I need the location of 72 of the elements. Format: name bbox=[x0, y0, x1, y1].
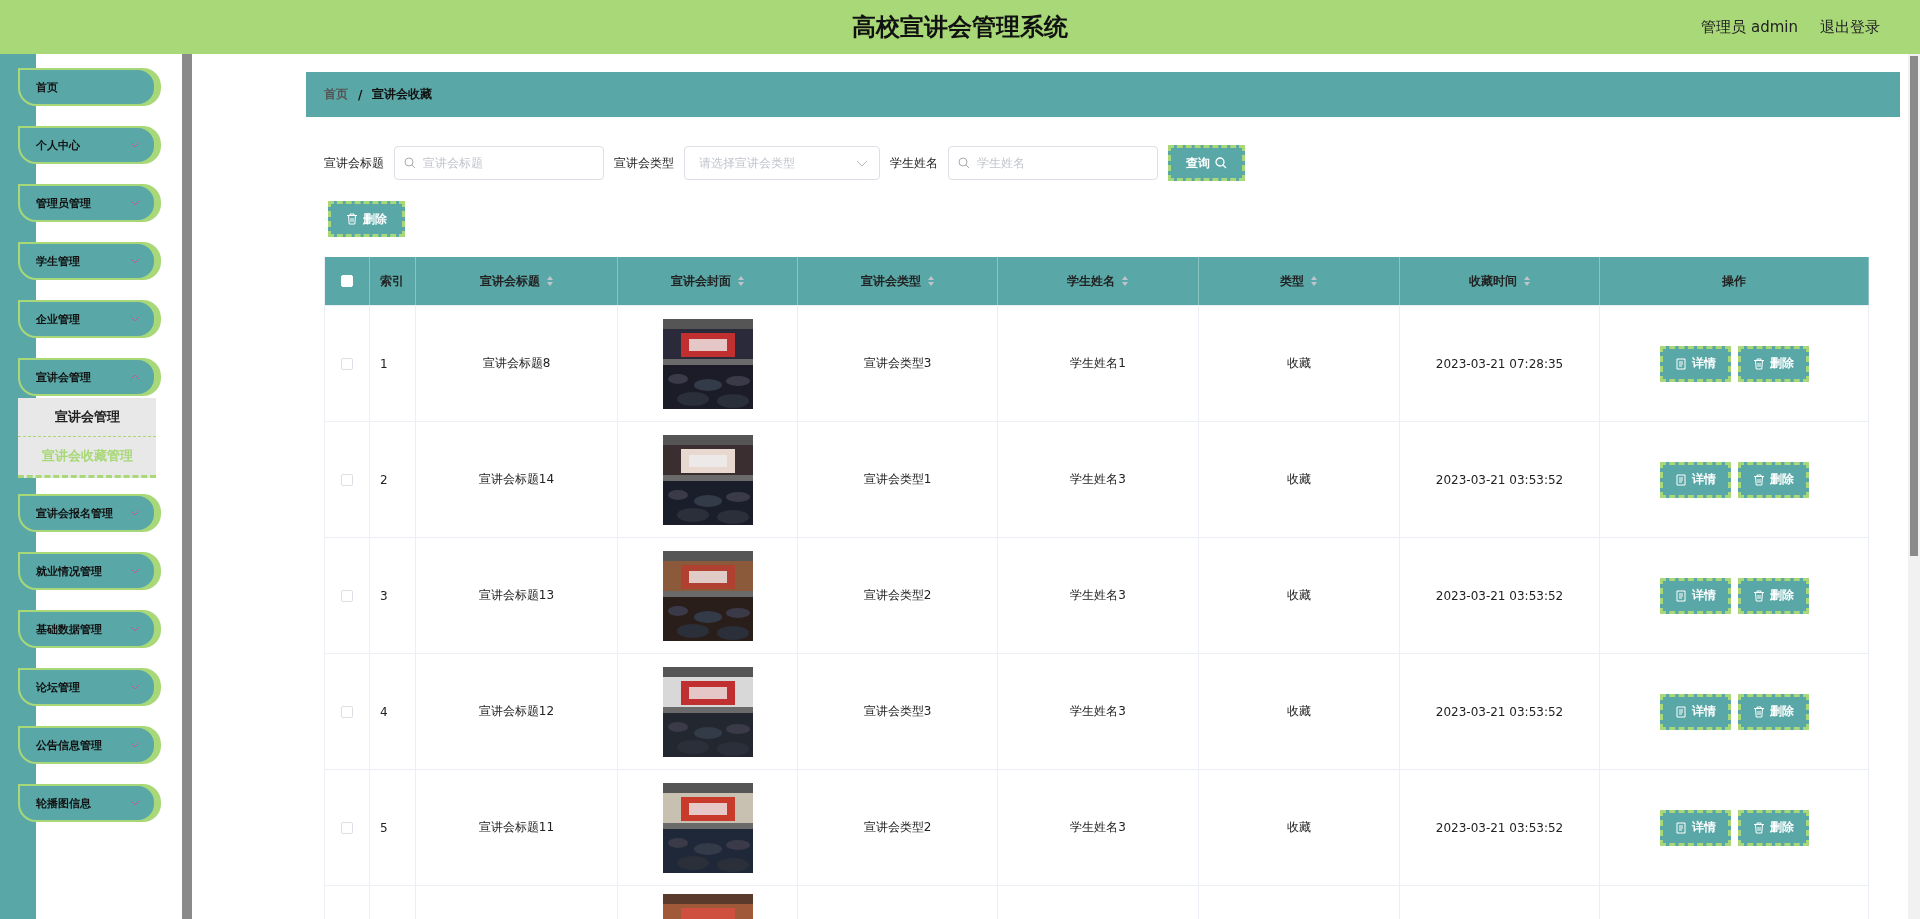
table-cell: 宣讲会类型1 bbox=[863, 471, 932, 488]
table-cell: 2023-03-21 03:53:52 bbox=[1435, 472, 1564, 487]
submenu-item[interactable]: 宣讲会管理 bbox=[18, 398, 156, 436]
scrollbar[interactable] bbox=[1908, 54, 1920, 919]
table-cell: 学生姓名1 bbox=[1070, 355, 1126, 372]
column-header[interactable]: 宣讲会封面 bbox=[670, 272, 745, 290]
table-cell: 4 bbox=[380, 704, 388, 719]
user-label: 管理员 admin bbox=[1701, 17, 1798, 37]
field-label: 学生姓名 bbox=[890, 154, 938, 172]
scrollbar[interactable] bbox=[182, 54, 192, 919]
table-cell: 5 bbox=[380, 820, 388, 835]
app-title: 高校宣讲会管理系统 bbox=[852, 12, 1068, 43]
table-cell: 宣讲会类型3 bbox=[863, 703, 932, 720]
table-cell: 宣讲会类型2 bbox=[863, 587, 932, 604]
checkbox[interactable] bbox=[341, 705, 353, 718]
table-cell: 学生姓名3 bbox=[1070, 703, 1126, 720]
table-cell: 收藏 bbox=[1287, 819, 1311, 836]
column-header[interactable]: 宣讲会类型 bbox=[860, 272, 935, 290]
trash-icon bbox=[1752, 473, 1765, 486]
table-cell: 2023-03-21 03:53:52 bbox=[1435, 820, 1564, 835]
table-cell: 收藏 bbox=[1287, 471, 1311, 488]
table-cell: 2 bbox=[380, 472, 388, 487]
table-cell: 2023-03-21 03:53:52 bbox=[1435, 588, 1564, 603]
column-header: 索引 bbox=[380, 272, 404, 290]
table-cell: 宣讲会标题14 bbox=[478, 471, 555, 488]
breadcrumb-separator: / bbox=[358, 87, 363, 102]
column-header: 操作 bbox=[1722, 272, 1746, 290]
trash-icon bbox=[1752, 705, 1765, 718]
table-cell: 收藏 bbox=[1287, 587, 1311, 604]
table-cell: 宣讲会标题12 bbox=[478, 703, 555, 720]
document-icon bbox=[1674, 821, 1687, 834]
checkbox[interactable] bbox=[341, 821, 353, 834]
type-select[interactable]: 请选择宣讲会类型 bbox=[684, 146, 880, 180]
table-cell: 2023-03-21 07:28:35 bbox=[1435, 356, 1564, 371]
checkbox[interactable] bbox=[341, 357, 353, 370]
chevron-icon bbox=[856, 160, 868, 167]
table-cell: 收藏 bbox=[1287, 355, 1311, 372]
table-cell: 1 bbox=[380, 356, 388, 371]
table-cell: 宣讲会类型2 bbox=[863, 819, 932, 836]
document-icon bbox=[1674, 357, 1687, 370]
trash-icon bbox=[1752, 821, 1765, 834]
column-header[interactable]: 收藏时间 bbox=[1468, 272, 1531, 290]
column-header[interactable]: 类型 bbox=[1280, 272, 1318, 290]
logout-link[interactable]: 退出登录 bbox=[1820, 17, 1880, 37]
document-icon bbox=[1674, 589, 1687, 602]
table-cell: 2023-03-21 03:53:52 bbox=[1435, 704, 1564, 719]
breadcrumb-link[interactable]: 宣讲会收藏 bbox=[372, 86, 433, 103]
search-field[interactable]: 学生姓名 bbox=[948, 146, 1158, 180]
search-icon bbox=[1215, 157, 1227, 169]
trash-icon bbox=[1752, 357, 1765, 370]
table-cell: 宣讲会标题8 bbox=[482, 355, 551, 372]
document-icon bbox=[1674, 705, 1687, 718]
table-cell: 学生姓名3 bbox=[1070, 471, 1126, 488]
checkbox[interactable] bbox=[341, 589, 353, 602]
checkbox[interactable] bbox=[341, 473, 353, 486]
table-cell: 宣讲会标题13 bbox=[478, 587, 555, 604]
table-cell: 宣讲会类型3 bbox=[863, 355, 932, 372]
table-cell: 学生姓名3 bbox=[1070, 819, 1126, 836]
table-cell: 学生姓名3 bbox=[1070, 587, 1126, 604]
table-cell: 宣讲会标题11 bbox=[478, 819, 555, 836]
search-icon bbox=[404, 157, 416, 169]
search-icon bbox=[958, 157, 970, 169]
trash-icon bbox=[1752, 589, 1765, 602]
search-field[interactable]: 宣讲会标题 bbox=[394, 146, 604, 180]
trash-icon bbox=[346, 213, 358, 225]
table-cell: 收藏 bbox=[1287, 703, 1311, 720]
table-cell: 3 bbox=[380, 588, 388, 603]
field-label: 宣讲会类型 bbox=[614, 154, 674, 172]
field-label: 宣讲会标题 bbox=[324, 154, 384, 172]
column-header[interactable]: 学生姓名 bbox=[1067, 272, 1129, 290]
column-header[interactable]: 宣讲会标题 bbox=[479, 272, 554, 290]
document-icon bbox=[1674, 473, 1687, 486]
